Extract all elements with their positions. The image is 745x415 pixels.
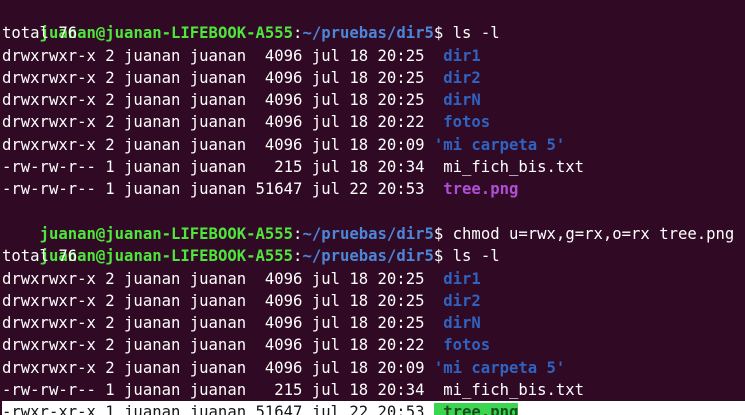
entry-name: dir1 [433, 46, 481, 65]
prompt-path: ~/pruebas/dir5 [302, 24, 434, 43]
listing-row: drwxrwxr-x 2 juanan juanan 4096 jul 18 2… [2, 135, 566, 154]
prompt-user-host: juanan@juanan-LIFEBOOK-A555 [39, 247, 294, 266]
entry-name: tree.png [433, 180, 519, 199]
prompt-symbol: $ [433, 224, 444, 243]
listing-row: drwxrwxr-x 2 juanan juanan 4096 jul 18 2… [2, 269, 481, 288]
listing-row-selected: -rwxr-xr-x 1 juanan juanan 51647 jul 22 … [2, 401, 745, 415]
entry-name: tree.png [433, 403, 519, 415]
prompt-user-host: juanan@juanan-LIFEBOOK-A555 [39, 24, 294, 43]
entry-name: dir1 [433, 269, 481, 288]
entry-name: dirN [433, 91, 481, 110]
prompt-path: ~/pruebas/dir5 [302, 224, 434, 243]
entry-name: 'mi carpeta 5' [433, 358, 566, 377]
listing-row: drwxrwxr-x 2 juanan juanan 4096 jul 18 2… [2, 68, 481, 87]
listing-row: -rw-rw-r-- 1 juanan juanan 51647 jul 22 … [2, 180, 519, 199]
prompt-line: juanan@juanan-LIFEBOOK-A555:~/pruebas/di… [39, 224, 735, 243]
entry-name: fotos [433, 336, 491, 355]
listing-row: drwxrwxr-x 2 juanan juanan 4096 jul 18 2… [2, 46, 481, 65]
prompt-symbol: $ [433, 24, 444, 43]
command-text: ls -l [452, 247, 500, 266]
entry-name: dir2 [433, 68, 481, 87]
listing-row: drwxrwxr-x 2 juanan juanan 4096 jul 18 2… [2, 336, 491, 355]
entry-name: 'mi carpeta 5' [433, 135, 566, 154]
command-text: ls -l [452, 24, 500, 43]
listing-row: drwxrwxr-x 2 juanan juanan 4096 jul 18 2… [2, 358, 566, 377]
listing-row: -rw-rw-r-- 1 juanan juanan 215 jul 18 20… [2, 381, 585, 400]
prompt-user-host: juanan@juanan-LIFEBOOK-A555 [39, 224, 294, 243]
prompt-line: juanan@juanan-LIFEBOOK-A555:~/pruebas/di… [39, 24, 500, 43]
prompt-path: ~/pruebas/dir5 [302, 247, 434, 266]
entry-name: mi_fich_bis.txt [433, 381, 585, 400]
listing-row: drwxrwxr-x 2 juanan juanan 4096 jul 18 2… [2, 91, 481, 110]
entry-name: mi_fich_bis.txt [433, 158, 585, 177]
prompt-symbol: $ [433, 247, 444, 266]
entry-name: dirN [433, 314, 481, 333]
listing-row: drwxrwxr-x 2 juanan juanan 4096 jul 18 2… [2, 291, 481, 310]
entry-name: fotos [433, 113, 491, 132]
terminal-window[interactable]: juanan@juanan-LIFEBOOK-A555:~/pruebas/di… [0, 0, 745, 415]
listing-row: -rw-rw-r-- 1 juanan juanan 215 jul 18 20… [2, 158, 585, 177]
command-text: chmod u=rwx,g=rx,o=rx tree.png [452, 224, 735, 243]
entry-name: dir2 [433, 291, 481, 310]
listing-row: drwxrwxr-x 2 juanan juanan 4096 jul 18 2… [2, 314, 481, 333]
listing-row: drwxrwxr-x 2 juanan juanan 4096 jul 18 2… [2, 113, 491, 132]
